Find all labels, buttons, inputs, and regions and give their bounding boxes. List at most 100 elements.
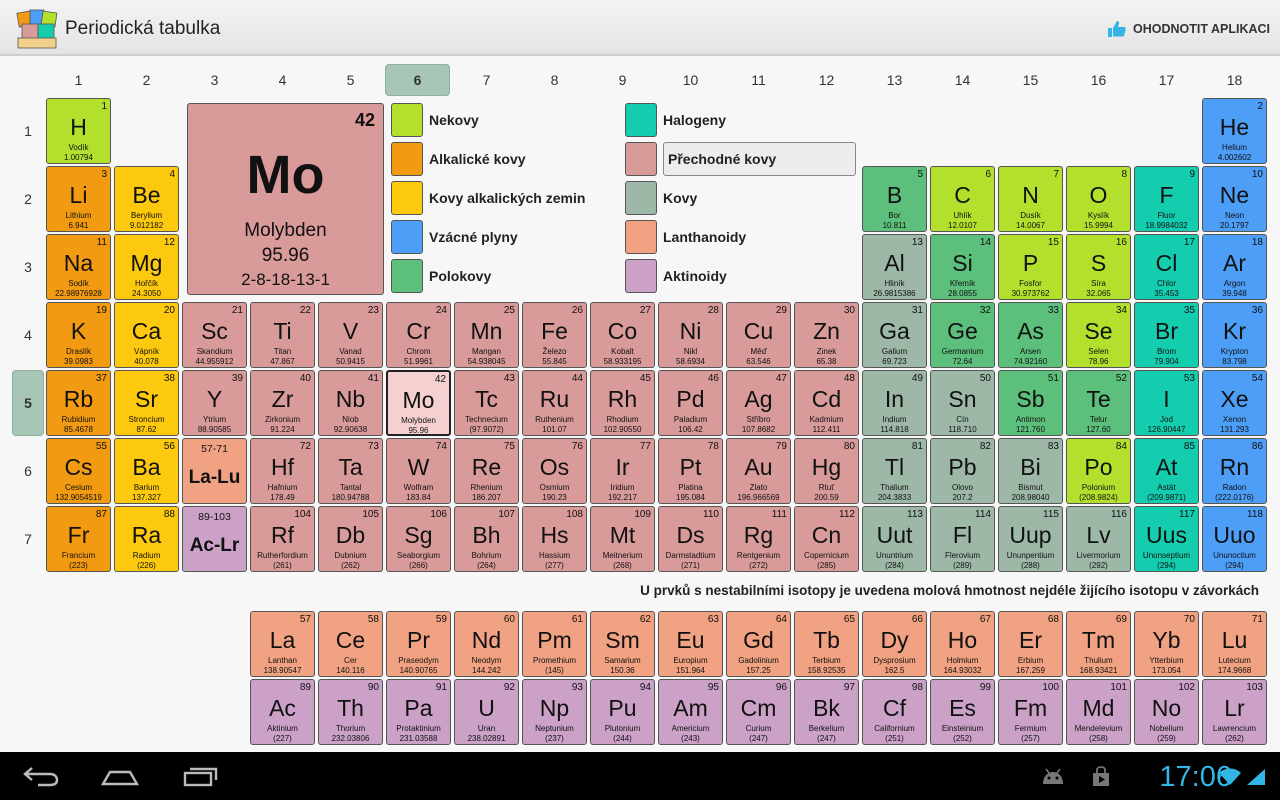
element-cell[interactable]: 29 Cu Měď 63.546 xyxy=(726,302,791,368)
element-cell[interactable]: 107 Bh Bohrium (264) xyxy=(454,506,519,572)
element-cell[interactable]: 109 Mt Meitnerium (268) xyxy=(590,506,655,572)
row-number[interactable]: 7 xyxy=(12,506,44,572)
element-cell[interactable]: 24 Cr Chrom 51.9961 xyxy=(386,302,451,368)
element-cell[interactable]: 33 As Arsen 74.92160 xyxy=(998,302,1063,368)
element-cell[interactable]: 114 Fl Flerovium (289) xyxy=(930,506,995,572)
element-cell[interactable]: 55 Cs Cesium 132.9054519 xyxy=(46,438,111,504)
element-cell[interactable]: 57 La Lanthan 138.90547 xyxy=(250,611,315,677)
element-cell[interactable]: 22 Ti Titan 47.867 xyxy=(250,302,315,368)
element-cell[interactable]: 13 Al Hliník 26.9815386 xyxy=(862,234,927,300)
element-cell[interactable]: 26 Fe Železo 55.845 xyxy=(522,302,587,368)
element-cell[interactable]: 113 Uut Ununtrium (284) xyxy=(862,506,927,572)
element-cell[interactable]: 88 Ra Radium (226) xyxy=(114,506,179,572)
column-number[interactable]: 12 xyxy=(794,64,859,96)
element-cell[interactable]: 19 K Draslík 39.0983 xyxy=(46,302,111,368)
element-cell[interactable]: 47 Ag Stříbro 107.8682 xyxy=(726,370,791,436)
element-cell[interactable]: 31 Ga Galium 69.723 xyxy=(862,302,927,368)
element-cell[interactable]: 66 Dy Dysprosium 162.5 xyxy=(862,611,927,677)
element-cell[interactable]: 59 Pr Praseodym 140.90765 xyxy=(386,611,451,677)
element-cell[interactable]: 42 Mo Molybden 95.96 xyxy=(386,370,451,436)
element-cell[interactable]: 20 Ca Vápník 40.078 xyxy=(114,302,179,368)
column-number[interactable]: 18 xyxy=(1202,64,1267,96)
series-placeholder-cell[interactable]: 57-71 La-Lu xyxy=(182,438,247,504)
row-number[interactable]: 6 xyxy=(12,438,44,504)
element-cell[interactable]: 4 Be Berylium 9.012182 xyxy=(114,166,179,232)
element-cell[interactable]: 35 Br Brom 79.904 xyxy=(1134,302,1199,368)
element-cell[interactable]: 75 Re Rhenium 186.207 xyxy=(454,438,519,504)
element-cell[interactable]: 51 Sb Antimon 121.760 xyxy=(998,370,1063,436)
element-cell[interactable]: 10 Ne Neon 20.1797 xyxy=(1202,166,1267,232)
column-number[interactable]: 6 xyxy=(385,64,450,96)
element-cell[interactable]: 112 Cn Copernicium (285) xyxy=(794,506,859,572)
element-cell[interactable]: 54 Xe Xenon 131.293 xyxy=(1202,370,1267,436)
element-cell[interactable]: 39 Y Ytrium 88.90585 xyxy=(182,370,247,436)
element-cell[interactable]: 25 Mn Mangan 54.938045 xyxy=(454,302,519,368)
element-cell[interactable]: 69 Tm Thulium 168.93421 xyxy=(1066,611,1131,677)
element-cell[interactable]: 23 V Vanad 50.9415 xyxy=(318,302,383,368)
element-cell[interactable]: 15 P Fosfor 30.973762 xyxy=(998,234,1063,300)
legend-item[interactable]: Nekovy xyxy=(391,103,479,137)
element-cell[interactable]: 90 Th Thorium 232.03806 xyxy=(318,679,383,745)
legend-item[interactable]: Halogeny xyxy=(625,103,726,137)
element-cell[interactable]: 97 Bk Berkelium (247) xyxy=(794,679,859,745)
legend-item[interactable]: Kovy xyxy=(625,181,697,215)
element-cell[interactable]: 117 Uus Ununseptium (294) xyxy=(1134,506,1199,572)
element-cell[interactable]: 2 He Helium 4.002602 xyxy=(1202,98,1267,164)
element-cell[interactable]: 106 Sg Seaborgium (266) xyxy=(386,506,451,572)
element-cell[interactable]: 111 Rg Rentgenium (272) xyxy=(726,506,791,572)
element-cell[interactable]: 63 Eu Europium 151.964 xyxy=(658,611,723,677)
legend-item[interactable]: Vzácné plyny xyxy=(391,220,518,254)
column-number[interactable]: 4 xyxy=(250,64,315,96)
element-cell[interactable]: 67 Ho Holmium 164.93032 xyxy=(930,611,995,677)
legend-item[interactable]: Polokovy xyxy=(391,259,491,293)
element-cell[interactable]: 3 Li Lithium 6.941 xyxy=(46,166,111,232)
element-cell[interactable]: 56 Ba Barium 137.327 xyxy=(114,438,179,504)
element-cell[interactable]: 18 Ar Argon 39.948 xyxy=(1202,234,1267,300)
column-number[interactable]: 3 xyxy=(182,64,247,96)
column-number[interactable]: 7 xyxy=(454,64,519,96)
element-cell[interactable]: 45 Rh Rhodium 102.90550 xyxy=(590,370,655,436)
column-number[interactable]: 11 xyxy=(726,64,791,96)
row-number[interactable]: 4 xyxy=(12,302,44,368)
column-number[interactable]: 13 xyxy=(862,64,927,96)
column-number[interactable]: 17 xyxy=(1134,64,1199,96)
element-cell[interactable]: 8 O Kyslík 15.9994 xyxy=(1066,166,1131,232)
element-cell[interactable]: 46 Pd Paladium 106.42 xyxy=(658,370,723,436)
element-cell[interactable]: 81 Tl Thalium 204.3833 xyxy=(862,438,927,504)
element-cell[interactable]: 53 I Jod 126.90447 xyxy=(1134,370,1199,436)
element-cell[interactable]: 74 W Wolfram 183.84 xyxy=(386,438,451,504)
element-cell[interactable]: 70 Yb Ytterbium 173.054 xyxy=(1134,611,1199,677)
column-number[interactable]: 1 xyxy=(46,64,111,96)
element-cell[interactable]: 21 Sc Skandium 44.955912 xyxy=(182,302,247,368)
legend-item[interactable]: Lanthanoidy xyxy=(625,220,746,254)
element-cell[interactable]: 52 Te Telur 127.60 xyxy=(1066,370,1131,436)
element-cell[interactable]: 30 Zn Zinek 65.38 xyxy=(794,302,859,368)
element-cell[interactable]: 116 Lv Livermorium (292) xyxy=(1066,506,1131,572)
element-cell[interactable]: 44 Ru Ruthenium 101.07 xyxy=(522,370,587,436)
element-cell[interactable]: 98 Cf Californium (251) xyxy=(862,679,927,745)
element-cell[interactable]: 72 Hf Hafnium 178.49 xyxy=(250,438,315,504)
element-cell[interactable]: 62 Sm Samarium 150.36 xyxy=(590,611,655,677)
home-icon[interactable] xyxy=(100,764,140,793)
element-cell[interactable]: 101 Md Mendelevium (258) xyxy=(1066,679,1131,745)
element-cell[interactable]: 27 Co Kobalt 58.933195 xyxy=(590,302,655,368)
element-cell[interactable]: 78 Pt Platina 195.084 xyxy=(658,438,723,504)
element-cell[interactable]: 43 Tc Technecium (97.9072) xyxy=(454,370,519,436)
element-cell[interactable]: 64 Gd Gadolinium 157.25 xyxy=(726,611,791,677)
column-number[interactable]: 15 xyxy=(998,64,1063,96)
element-cell[interactable]: 49 In Indium 114.818 xyxy=(862,370,927,436)
element-cell[interactable]: 65 Tb Terbium 158.92535 xyxy=(794,611,859,677)
column-number[interactable]: 16 xyxy=(1066,64,1131,96)
element-cell[interactable]: 32 Ge Germanium 72.64 xyxy=(930,302,995,368)
element-cell[interactable]: 61 Pm Promethium (145) xyxy=(522,611,587,677)
element-cell[interactable]: 40 Zr Zirkonium 91.224 xyxy=(250,370,315,436)
legend-item[interactable]: Aktinoidy xyxy=(625,259,727,293)
element-cell[interactable]: 11 Na Sodík 22.98976928 xyxy=(46,234,111,300)
element-cell[interactable]: 94 Pu Plutonium (244) xyxy=(590,679,655,745)
element-cell[interactable]: 77 Ir Iridium 192.217 xyxy=(590,438,655,504)
row-number[interactable]: 2 xyxy=(12,166,44,232)
element-cell[interactable]: 34 Se Selen 78.96 xyxy=(1066,302,1131,368)
element-cell[interactable]: 115 Uup Ununpentium (288) xyxy=(998,506,1063,572)
element-cell[interactable]: 80 Hg Rtuť 200.59 xyxy=(794,438,859,504)
element-cell[interactable]: 110 Ds Darmstadtium (271) xyxy=(658,506,723,572)
